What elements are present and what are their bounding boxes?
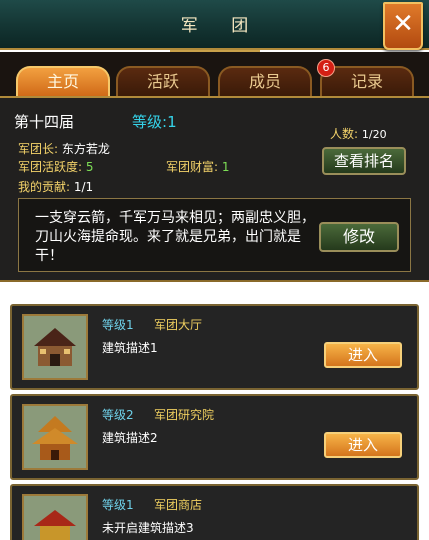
building-level-label: 等级: [102, 408, 127, 422]
enter-hall-button[interactable]: 进入: [324, 342, 402, 368]
contribution-row: 我的贡献: 1/1: [18, 178, 93, 195]
building-list: 等级1 军团大厅 建筑描述1 进入 等级2 军团研究院 建筑描述2 进入 等级1…: [0, 284, 429, 540]
view-ranking-button[interactable]: 查看排名: [322, 147, 406, 175]
building-level: 等级1: [102, 316, 134, 333]
enter-institute-button[interactable]: 进入: [324, 432, 402, 458]
page-title: 军 团: [180, 16, 263, 36]
legion-level: 等级:1: [132, 111, 177, 132]
leader-row: 军团长: 东方若龙: [18, 140, 110, 157]
close-icon[interactable]: ✕: [392, 9, 414, 39]
activity-label: 军团活跃度:: [18, 160, 83, 174]
building-item-shop: 等级1 军团商店 未开启建筑描述3: [10, 484, 419, 540]
building-level: 等级2: [102, 406, 134, 423]
close-button[interactable]: ✕: [383, 2, 423, 50]
title-ornament: [170, 42, 260, 52]
level-label: 等级:: [132, 113, 168, 131]
contribution-value: 1/1: [73, 180, 94, 194]
title-bar: 军 团 ✕: [0, 0, 429, 52]
session-label: 第十四届: [14, 113, 75, 131]
leader-name: 东方若龙: [61, 142, 110, 156]
building-level-value: 1: [126, 318, 134, 332]
building-name: 军团商店: [154, 498, 203, 512]
contribution-label: 我的贡献:: [18, 180, 71, 194]
tab-home[interactable]: 主页: [16, 66, 110, 96]
building-description: 建筑描述2: [102, 431, 158, 445]
building-level-value: 1: [126, 498, 134, 512]
building-level-value: 2: [126, 408, 134, 422]
legion-motto: 一支穿云箭，千军万马来相见；两副忠义胆，刀山火海提命现。来了就是兄弟，出门就是干…: [35, 210, 315, 264]
wealth-value: 1: [221, 160, 230, 174]
building-name: 军团研究院: [154, 408, 215, 422]
tab-activity[interactable]: 活跃: [116, 66, 210, 96]
shop-building-image: [22, 494, 88, 540]
member-count-value: 1/20: [361, 128, 387, 141]
wealth-label: 军团财富:: [166, 160, 219, 174]
edit-motto-button[interactable]: 修改: [319, 222, 399, 252]
member-count-row: 人数: 1/20: [330, 125, 387, 142]
hall-building-image: [22, 314, 88, 380]
building-level-label: 等级: [102, 318, 127, 332]
activity-row: 军团活跃度: 5: [18, 158, 94, 175]
activity-value: 5: [85, 160, 94, 174]
building-description: 未开启建筑描述3: [102, 521, 194, 535]
tab-bar: 主页 活跃 成员 记录 6: [0, 52, 429, 96]
building-item-institute: 等级2 军团研究院 建筑描述2 进入: [10, 394, 419, 480]
motto-box: 一支穿云箭，千军万马来相见；两副忠义胆，刀山火海提命现。来了就是兄弟，出门就是干…: [18, 198, 411, 272]
level-value: 1: [167, 113, 177, 131]
building-item-hall: 等级1 军团大厅 建筑描述1 进入: [10, 304, 419, 390]
tab-members[interactable]: 成员: [218, 66, 312, 96]
building-level: 等级1: [102, 496, 134, 513]
building-name: 军团大厅: [154, 318, 203, 332]
wealth-row: 军团财富: 1: [166, 158, 230, 175]
building-level-label: 等级: [102, 498, 127, 512]
institute-building-image: [22, 404, 88, 470]
building-description: 建筑描述1: [102, 341, 158, 355]
leader-label: 军团长:: [18, 142, 59, 156]
member-count-label: 人数:: [330, 127, 359, 141]
members-count-badge: 6: [317, 59, 335, 77]
